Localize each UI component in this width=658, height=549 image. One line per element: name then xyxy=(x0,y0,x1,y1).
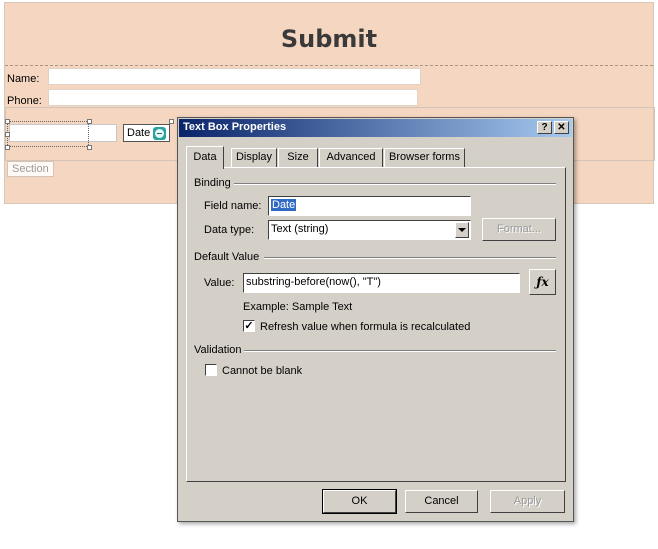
divider xyxy=(5,65,653,66)
resize-handle[interactable] xyxy=(5,145,10,150)
chevron-down-icon[interactable] xyxy=(455,222,469,238)
group-divider xyxy=(244,350,556,352)
selection-outline xyxy=(7,121,89,147)
date-picker-icon xyxy=(153,126,167,140)
group-divider xyxy=(234,183,556,185)
value-label: Value: xyxy=(204,277,235,289)
refresh-label[interactable]: Refresh value when formula is recalculat… xyxy=(260,321,470,333)
title-bar[interactable]: Text Box Properties ? ✕ xyxy=(179,119,572,137)
data-type-label: Data type: xyxy=(204,224,255,236)
cannot-be-blank-label[interactable]: Cannot be blank xyxy=(222,365,302,377)
tab-advanced[interactable]: Advanced xyxy=(319,148,383,167)
binding-group-label: Binding xyxy=(194,177,231,189)
phone-label: Phone: xyxy=(7,95,42,107)
close-icon: ✕ xyxy=(557,122,566,133)
formula-button[interactable]: ƒx xyxy=(529,269,556,295)
name-label: Name: xyxy=(7,73,40,85)
field-name-input[interactable]: Date xyxy=(268,196,471,216)
dialog-title: Text Box Properties xyxy=(183,121,287,133)
resize-handle[interactable] xyxy=(87,119,92,124)
refresh-checkbox[interactable]: ✓ xyxy=(243,320,255,332)
checkmark-icon: ✓ xyxy=(244,320,254,332)
form-title: Submit xyxy=(280,25,378,53)
data-type-value: Text (string) xyxy=(271,223,329,235)
default-value-input[interactable]: substring-before(now(), "T") xyxy=(243,273,520,293)
default-value-text: substring-before(now(), "T") xyxy=(246,276,381,288)
cannot-be-blank-checkbox[interactable] xyxy=(205,364,217,376)
close-button[interactable]: ✕ xyxy=(554,121,569,134)
phone-field[interactable] xyxy=(48,89,418,106)
resize-handle[interactable] xyxy=(5,119,10,124)
apply-button[interactable]: Apply xyxy=(490,490,565,513)
format-button[interactable]: Format... xyxy=(482,218,556,241)
date-control-label: Date xyxy=(127,127,151,139)
section-tag[interactable]: Section xyxy=(7,161,54,177)
field-name-value: Date xyxy=(271,199,297,211)
field-name-label: Field name: xyxy=(204,200,262,212)
function-icon: ƒx xyxy=(536,275,549,289)
date-control-tag[interactable]: Date xyxy=(123,124,171,142)
tab-data[interactable]: Data xyxy=(186,146,224,169)
example-text: Example: Sample Text xyxy=(243,301,353,313)
resize-handle[interactable] xyxy=(5,132,10,137)
text-box-properties-dialog: Text Box Properties ? ✕ Data Display Siz… xyxy=(177,117,574,522)
default-value-group-label: Default Value xyxy=(194,251,260,263)
help-button[interactable]: ? xyxy=(537,121,552,134)
tab-browser-forms[interactable]: Browser forms xyxy=(384,148,465,167)
cancel-button[interactable]: Cancel xyxy=(405,490,478,513)
tab-display[interactable]: Display xyxy=(231,148,277,167)
validation-group-label: Validation xyxy=(194,344,242,356)
tab-size[interactable]: Size xyxy=(278,148,318,167)
resize-handle[interactable] xyxy=(87,145,92,150)
group-divider xyxy=(264,257,556,259)
name-field[interactable] xyxy=(48,68,421,85)
data-type-select[interactable]: Text (string) xyxy=(268,220,471,240)
ok-button[interactable]: OK xyxy=(322,489,397,514)
